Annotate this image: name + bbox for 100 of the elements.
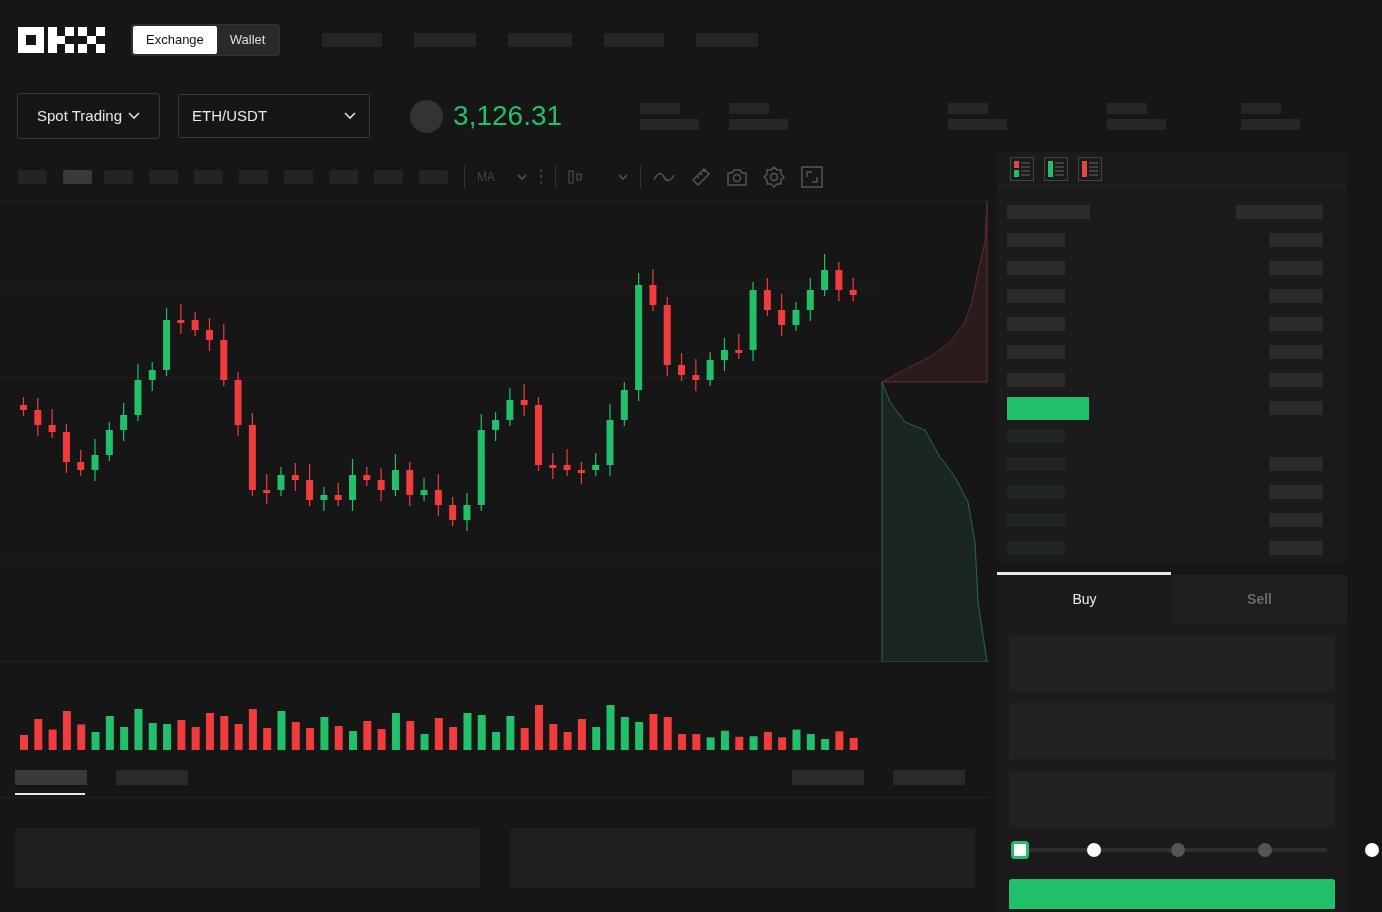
volume-bar: [363, 721, 372, 750]
candle: [692, 358, 700, 392]
candle: [263, 473, 271, 505]
volume-bar: [592, 727, 601, 750]
candle: [720, 337, 728, 372]
order-book-both-icon[interactable]: [1010, 156, 1034, 181]
slider-tick: [1258, 843, 1272, 857]
candle: [821, 253, 829, 297]
candle: [34, 397, 42, 437]
candle: [649, 268, 657, 312]
order-book-bids-icon[interactable]: [1044, 156, 1068, 181]
candle: [62, 423, 70, 474]
slider-tick: [1171, 843, 1185, 857]
volume-bar: [678, 734, 687, 750]
candle: [163, 307, 171, 377]
candle: [48, 408, 56, 439]
chevron-down-icon: [517, 173, 527, 180]
camera-icon[interactable]: [727, 167, 747, 186]
candle: [763, 277, 771, 317]
buy-button[interactable]: [1009, 879, 1335, 909]
candle-type-icon[interactable]: [568, 169, 584, 184]
volume-bar: [849, 737, 858, 750]
candle: [334, 482, 342, 507]
volume-bar: [835, 731, 844, 750]
candle: [277, 466, 285, 497]
volume-bar: [91, 732, 100, 750]
volume-bar: [334, 726, 343, 750]
candle: [77, 449, 85, 477]
volume-bar: [105, 716, 114, 750]
volume-bar: [277, 711, 286, 750]
volume-bar: [449, 727, 458, 750]
volume-bar: [62, 711, 71, 750]
candle: [520, 383, 528, 417]
volume-bar: [248, 709, 257, 750]
candle: [363, 466, 371, 487]
candle: [835, 261, 843, 302]
volume-bar: [148, 723, 157, 750]
volume-bar: [306, 728, 315, 750]
candle: [291, 462, 299, 492]
coin-icon: [410, 99, 444, 133]
candle: [191, 311, 199, 337]
candle: [391, 453, 399, 497]
volume-bar: [434, 718, 443, 750]
tab-underline: [15, 793, 85, 795]
candle: [778, 293, 786, 337]
candle: [735, 333, 743, 360]
candle: [592, 452, 600, 477]
candle: [463, 492, 471, 532]
chevron-down-icon: [344, 112, 357, 120]
candle: [406, 461, 414, 507]
chevron-down-icon: [128, 112, 141, 120]
volume-bar: [606, 705, 615, 750]
slider-thumb[interactable]: [1011, 841, 1029, 859]
candle: [105, 421, 113, 462]
volume-bar: [349, 731, 357, 750]
candle: [549, 452, 557, 480]
candle: [492, 411, 500, 442]
volume-bar: [406, 721, 415, 750]
tab-placeholder[interactable]: [15, 770, 87, 785]
mode-tab[interactable]: Exchange: [133, 26, 217, 54]
candle: [205, 317, 213, 352]
candle: [234, 371, 242, 437]
last-price: 3,126.31: [453, 99, 563, 133]
candle: [434, 473, 442, 517]
volume-bar: [506, 716, 515, 750]
volume-bar: [205, 713, 214, 750]
pair-dropdown[interactable]: ETH/USDT: [178, 94, 371, 138]
volume-bar: [391, 713, 400, 750]
volume-bar: [120, 727, 129, 750]
candle: [120, 402, 128, 442]
volume-bar: [806, 734, 815, 750]
candle: [177, 303, 185, 335]
volume-bar: [763, 731, 772, 750]
order-book-asks-icon[interactable]: [1078, 156, 1102, 181]
candle: [577, 461, 585, 485]
volume-bar: [577, 719, 586, 750]
trading-type-dropdown[interactable]: Spot Trading: [17, 93, 161, 139]
logo-icon: [18, 27, 105, 53]
volume-bar: [635, 722, 644, 750]
candle: [377, 467, 385, 502]
candle: [20, 396, 27, 417]
candle: [849, 277, 857, 302]
slider-tick: [1087, 843, 1101, 857]
chevron-down-icon[interactable]: [618, 173, 628, 180]
volume-bar: [377, 729, 386, 750]
ruler-icon[interactable]: [691, 166, 711, 187]
mode-tab[interactable]: Wallet: [216, 26, 279, 54]
volume-bar: [220, 716, 229, 750]
candle: [563, 448, 571, 477]
volume-bar: [191, 727, 200, 750]
candle: [134, 363, 142, 422]
interval-placeholder[interactable]: [63, 169, 92, 184]
volume-bar: [649, 714, 658, 750]
drag-handle-icon[interactable]: [539, 168, 543, 185]
fullscreen-icon[interactable]: [801, 165, 823, 188]
volume-bar: [477, 715, 486, 750]
settings-icon[interactable]: [763, 165, 785, 188]
line-tool-icon[interactable]: [653, 171, 675, 182]
candle: [148, 361, 156, 392]
volume-bar: [77, 724, 86, 750]
